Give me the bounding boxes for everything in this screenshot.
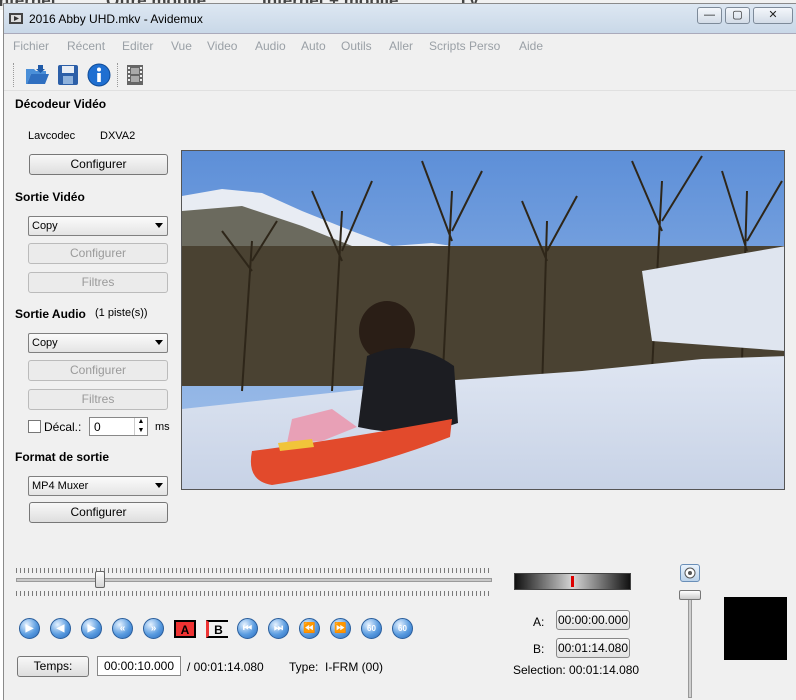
audio-output-selected: Copy [32,337,58,349]
play-icon[interactable]: ▶ [19,618,40,639]
set-marker-a-icon[interactable]: A [174,620,196,638]
next-keyframe-icon[interactable]: » [143,618,164,639]
video-output-selected: Copy [32,220,58,232]
close-button[interactable]: ✕ [753,7,793,24]
go-to-end-icon[interactable]: ⏩ [330,618,351,639]
marker-b-label: B: [533,642,545,656]
menu-aide[interactable]: Aide [519,39,543,53]
marker-b-time[interactable]: 00:01:14.080 [556,638,630,658]
toolbar [4,59,796,91]
marker-a-time[interactable]: 00:00:00.000 [556,610,630,630]
total-time-label: / 00:01:14.080 [187,660,264,674]
current-time-field[interactable]: 00:00:10.000 [97,656,181,676]
film-strip-icon[interactable] [122,62,148,88]
back-60s-icon[interactable]: 60 [361,618,382,639]
forward-60s-icon[interactable]: 60 [392,618,413,639]
volume-handle[interactable] [679,590,701,600]
title-bar[interactable]: 2016 Abby UHD.mkv - Avidemux — ▢ ✕ [4,4,796,34]
audio-configure-button[interactable]: Configurer [28,360,168,381]
next-frame-icon[interactable]: ▶ [81,618,102,639]
window-title: 2016 Abby UHD.mkv - Avidemux [29,12,203,26]
video-filters-button[interactable]: Filtres [28,272,168,293]
video-configure-button[interactable]: Configurer [28,243,168,264]
menu-fichier[interactable]: Fichier [13,39,49,53]
menu-bar: Fichier Récent Editer Vue Video Audio Au… [4,35,796,57]
video-frame-image [182,151,784,489]
video-output-heading: Sortie Vidéo [15,190,85,204]
menu-outils[interactable]: Outils [341,39,372,53]
frame-type-label: Type: I-FRM (00) [289,660,384,674]
audio-output-select[interactable]: Copy [28,333,168,353]
seek-slider[interactable] [16,566,492,596]
menu-video[interactable]: Video [207,39,237,53]
chevron-down-icon [155,483,163,488]
audio-shift-value: 0 [94,420,101,434]
menu-editer[interactable]: Editer [122,39,153,53]
toolbar-separator [117,63,119,87]
audio-shift-unit: ms [155,421,170,433]
video-preview [181,150,785,490]
audio-tracks-count: (1 piste(s)) [95,307,148,319]
seek-ticks-top [16,568,492,573]
audio-shift-checkbox[interactable] [28,420,41,433]
jog-shuttle[interactable] [514,573,631,590]
menu-vue[interactable]: Vue [171,39,192,53]
audio-shift-spinbox[interactable]: 0 ▲ ▼ [89,417,148,436]
audio-output-heading: Sortie Audio [15,307,86,321]
menu-recent[interactable]: Récent [67,39,105,53]
video-output-select[interactable]: Copy [28,216,168,236]
marker-a-label: A: [533,615,545,629]
previous-keyframe-icon[interactable]: « [112,618,133,639]
menu-aller[interactable]: Aller [389,39,413,53]
selection-duration: Selection: 00:01:14.080 [513,663,640,677]
next-cut-icon[interactable]: ⏭ [268,618,289,639]
time-button[interactable]: Temps: [17,656,89,677]
jog-center-marker [571,576,574,587]
speaker-icon-glyph [684,567,696,579]
menu-scripts-perso[interactable]: Scripts Perso [429,39,500,53]
menu-audio[interactable]: Audio [255,39,286,53]
output-format-select[interactable]: MP4 Muxer [28,476,168,496]
audio-filters-button[interactable]: Filtres [28,389,168,410]
go-to-start-icon[interactable]: ⏪ [299,618,320,639]
decoder-accel-label: DXVA2 [100,130,136,142]
decoder-configure-button[interactable]: Configurer [29,154,168,175]
video-decoder-heading: Décodeur Vidéo [15,97,107,111]
previous-cut-icon[interactable]: ⏮ [237,618,258,639]
menu-auto[interactable]: Auto [301,39,326,53]
speaker-icon[interactable] [680,564,700,582]
format-configure-button[interactable]: Configurer [29,502,168,523]
chevron-down-icon [155,340,163,345]
minimize-button[interactable]: — [697,7,722,24]
toolbar-grip [13,63,15,87]
previous-frame-icon[interactable]: ◀ [50,618,71,639]
output-format-heading: Format de sortie [15,450,110,464]
decoder-codec-label: Lavcodec [28,130,76,142]
audio-shift-label: Décal.: [44,420,82,434]
save-disk-icon[interactable] [55,62,81,88]
set-marker-b-icon[interactable]: B [206,620,228,638]
seek-track[interactable] [16,578,492,582]
open-folder-icon[interactable] [24,62,50,88]
info-icon[interactable] [86,62,112,88]
seek-ticks-bottom [16,591,492,596]
volume-slider[interactable] [688,594,692,698]
avidemux-window: 2016 Abby UHD.mkv - Avidemux — ▢ ✕ Fichi… [3,3,796,700]
spin-up-icon[interactable]: ▲ [134,418,147,426]
maximize-button[interactable]: ▢ [725,7,750,24]
chevron-down-icon [155,223,163,228]
spin-down-icon[interactable]: ▼ [134,426,147,435]
audio-meter-display [724,597,787,660]
output-format-selected: MP4 Muxer [32,480,89,492]
seek-handle[interactable] [95,571,105,588]
avidemux-app-icon [9,13,23,24]
